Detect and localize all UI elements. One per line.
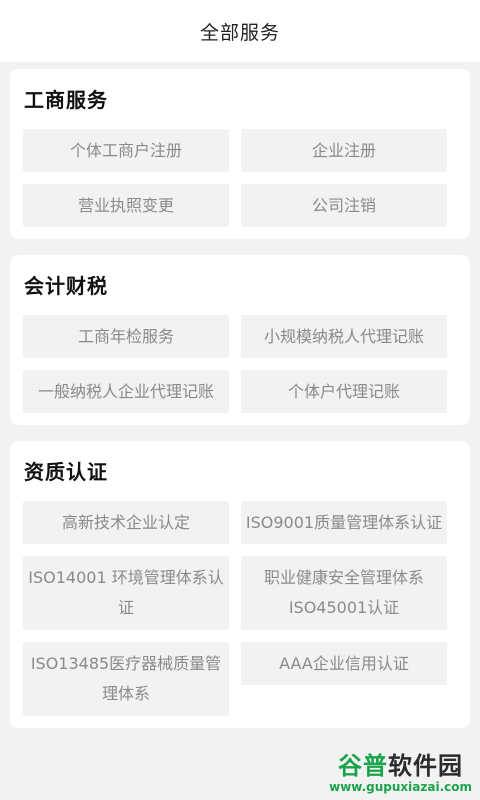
service-grid: 工商年检服务 小规模纳税人代理记账 一般纳税人企业代理记账 个体户代理记账 [22,315,458,413]
service-item-aaa-credit[interactable]: AAA企业信用认证 [241,642,447,685]
service-item-annual-inspection[interactable]: 工商年检服务 [23,315,229,358]
watermark-brand-a: 谷普 [338,752,389,780]
service-item-high-tech-certification[interactable]: 高新技术企业认定 [23,501,229,544]
section-title: 资质认证 [24,460,108,484]
watermark-brand-b: 软件园 [388,752,464,780]
service-grid: 个体工商户注册 企业注册 营业执照变更 公司注销 [22,129,458,227]
service-item-company-registration[interactable]: 企业注册 [241,129,447,172]
watermark-logo: 谷普软件园 www.gupuxiazai.com [329,752,472,794]
section-qualification-certification: 资质认证 高新技术企业认定 ISO9001质量管理体系认证 ISO14001 环… [10,441,470,728]
section-title: 工商服务 [24,88,108,112]
section-accounting-tax: 会计财税 工商年检服务 小规模纳税人代理记账 一般纳税人企业代理记账 个体户代理… [10,255,470,425]
service-grid: 高新技术企业认定 ISO9001质量管理体系认证 ISO14001 环境管理体系… [22,501,458,716]
service-item-individual-business-registration[interactable]: 个体工商户注册 [23,129,229,172]
service-item-small-taxpayer-bookkeeping[interactable]: 小规模纳税人代理记账 [241,315,447,358]
service-item-individual-bookkeeping[interactable]: 个体户代理记账 [241,370,447,413]
page-title: 全部服务 [199,21,280,44]
app-header: 全部服务 [0,0,480,62]
service-item-license-change[interactable]: 营业执照变更 [23,184,229,227]
service-item-iso14001[interactable]: ISO14001 环境管理体系认证 [23,556,229,630]
section-business-services: 工商服务 个体工商户注册 企业注册 营业执照变更 公司注销 [10,69,470,239]
service-item-general-taxpayer-bookkeeping[interactable]: 一般纳税人企业代理记账 [23,370,229,413]
service-item-iso9001[interactable]: ISO9001质量管理体系认证 [241,501,447,544]
watermark-url: www.gupuxiazai.com [329,780,472,794]
watermark-brand: 谷普软件园 [329,752,472,780]
service-item-company-deregistration[interactable]: 公司注销 [241,184,447,227]
section-title: 会计财税 [24,274,108,298]
services-list: 工商服务 个体工商户注册 企业注册 营业执照变更 公司注销 会计财税 工商年检服… [0,62,480,728]
service-item-iso13485[interactable]: ISO13485医疗器械质量管理体系 [23,642,229,716]
service-item-iso45001[interactable]: 职业健康安全管理体系ISO45001认证 [241,556,447,630]
